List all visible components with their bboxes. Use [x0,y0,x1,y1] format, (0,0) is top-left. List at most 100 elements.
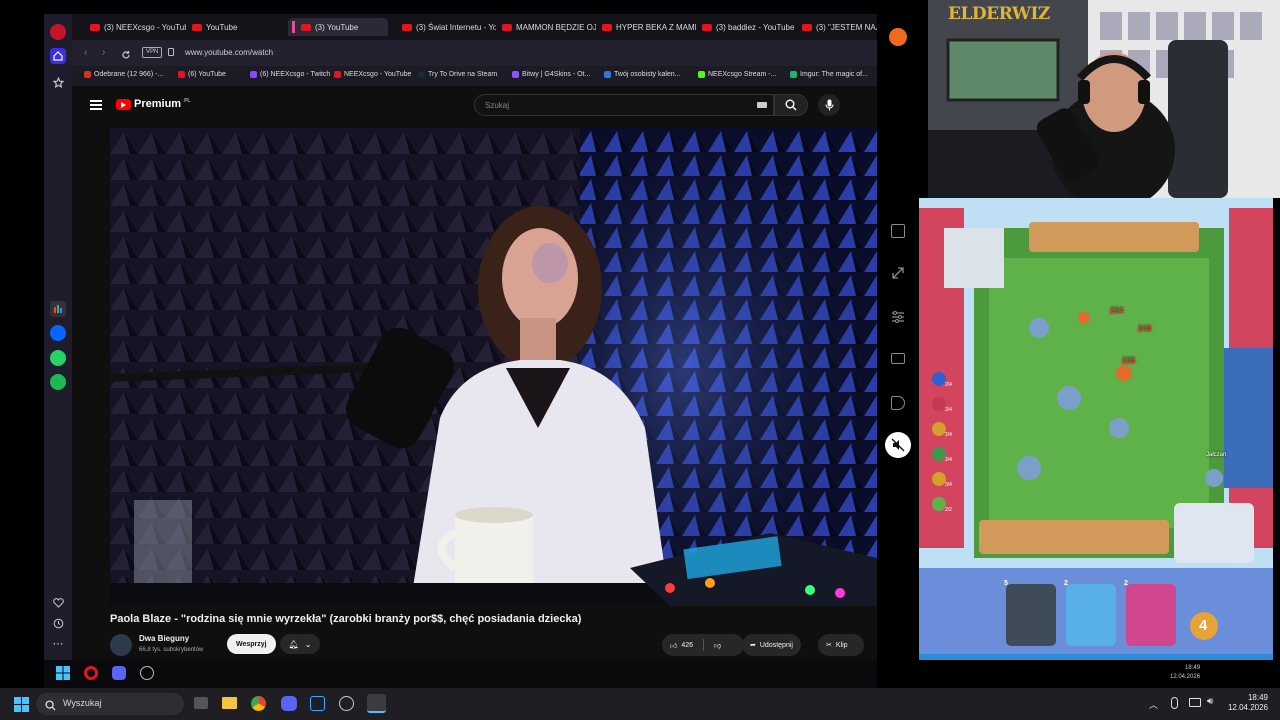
taskbar-search[interactable]: Wyszukaj [36,693,184,715]
tab[interactable]: MAMMON BĘDZIE OJCE [498,18,596,36]
exit-icon[interactable] [891,224,905,238]
tab-active[interactable]: (3) YouTube [288,18,388,36]
heart-icon[interactable] [50,595,66,611]
scissors-icon: ✂ [826,642,832,649]
windows-icon[interactable] [56,666,70,680]
bookmark-label: Imgur: The magic of... [800,71,868,78]
vpn-badge[interactable]: VPN [142,47,163,58]
obs-icon[interactable] [339,696,354,711]
messenger-icon[interactable] [50,325,66,341]
divider [703,639,705,651]
obs-icon[interactable] [140,666,154,680]
tab-label: HYPER BEKA Z MAMMO [616,22,696,32]
bookmark-item[interactable]: (6) NEEXcsgo - Twitch [250,71,330,78]
youtube-icon [602,23,612,31]
support-button[interactable]: Wesprzyj [227,634,276,654]
tab[interactable]: (3) NEEXcsgo - YouTube [86,18,186,36]
bookmark-label: Try To Drive na Steam [428,71,498,78]
search-button[interactable] [774,94,808,116]
streamer-logo: ELDERWIZ [948,4,1050,24]
tag-icon[interactable] [891,396,905,410]
bookmark-item[interactable]: NEEXcsgo - YouTube [334,71,411,78]
search-input[interactable]: Szukaj [474,94,774,116]
home-icon[interactable] [50,48,66,64]
unit-count: 2/4 [945,432,952,438]
forward-icon[interactable]: › [102,47,105,58]
bookmark-item[interactable]: Odebrane (12 966) -... [84,71,163,78]
bell-icon: 🔔︎ [288,639,299,649]
menu-icon[interactable] [90,100,102,110]
tab[interactable]: YouTube [188,18,282,36]
whatsapp-icon[interactable] [50,350,66,366]
card-cost: 2 [1124,580,1128,587]
url-field[interactable]: www.youtube.com/watch [185,48,273,57]
opera-logo-icon[interactable] [50,24,66,40]
channel-name[interactable]: Dwa Bieguny [139,634,189,643]
discord-icon[interactable] [281,696,297,711]
task-view-icon[interactable] [194,697,208,709]
tab-bar: (3) NEEXcsgo - YouTube YouTube (3) YouTu… [72,14,877,40]
mic-icon[interactable] [1171,697,1178,709]
tab[interactable]: HYPER BEKA Z MAMMO [598,18,696,36]
bookmark-label: NEEXcsgo - YouTube [344,71,412,78]
bookmark-icon[interactable] [50,74,66,90]
stream-clock-time: 18:49 [1185,665,1201,671]
tab[interactable]: (3) baddiez - YouTube [698,18,796,36]
youtube-icon [802,23,812,31]
history-icon[interactable] [50,615,66,631]
unit-count: 2/2 [945,507,952,513]
active-app-icon[interactable] [367,694,386,713]
chevron-up-icon[interactable]: ︿ [1149,698,1158,711]
share-label: Udostępnij [759,641,793,649]
tab[interactable]: (3) Świat Internetu - You [398,18,496,36]
notifications-button[interactable]: 🔔︎ ⌄ [280,634,320,654]
youtube-logo[interactable]: Premium PL [116,98,190,110]
bookmark-item[interactable]: (6) YouTube [178,71,226,78]
back-icon[interactable]: ‹ [84,47,87,58]
sliders-icon[interactable] [891,310,905,324]
network-icon[interactable] [1189,698,1201,707]
voice-search-button[interactable] [818,94,840,116]
expand-icon[interactable] [891,266,905,280]
taskbar-clock[interactable]: 18:49 12.04.2026 [1228,693,1268,713]
tab-label: (3) "JESTEM NAJLEP [816,22,877,32]
bookmark-item[interactable]: Try To Drive na Steam [418,71,497,78]
bookmark-favicon-icon [84,71,91,78]
extension-icon[interactable] [889,28,907,46]
bookmark-item[interactable]: Imgur: The magic of... [790,71,868,78]
keyboard-icon[interactable] [757,102,767,108]
volume-icon[interactable]: 🔊︎ [1207,696,1213,707]
more-icon[interactable]: ⋯ [50,635,66,651]
start-icon[interactable] [14,697,29,717]
youtube-icon [90,23,100,31]
opera-icon[interactable] [84,666,98,680]
dislike-icon[interactable]: 👎︎ [714,641,721,650]
games-icon[interactable] [50,301,66,317]
unit-count: 2/4 [945,382,952,388]
app-icon[interactable] [310,696,325,711]
tab-label: (3) NEEXcsgo - YouTube [104,22,186,32]
like-count[interactable]: 426 [681,642,693,649]
unit-count: 2/4 [945,407,952,413]
bookmark-label: (6) NEEXcsgo - Twitch [260,71,331,78]
mute-icon[interactable] [885,432,911,458]
share-button[interactable]: ➦ Udostępnij [742,634,801,656]
channel-avatar[interactable] [110,634,132,656]
unit-count: 3/4 [945,482,952,488]
clip-button[interactable]: ✂ Klip [818,634,864,656]
bookmark-item[interactable]: Bitwy | G4Skins - Ot... [512,71,590,78]
reload-icon[interactable] [121,47,131,65]
tab[interactable]: (3) "JESTEM NAJLEP [798,18,877,36]
file-explorer-icon[interactable] [222,697,237,709]
chrome-icon[interactable] [251,696,266,711]
bookmark-favicon-icon [604,71,611,78]
video-player[interactable] [110,128,877,606]
bookmark-item[interactable]: NEEXcsgo Stream -... [698,71,776,78]
discord-icon[interactable] [112,666,126,680]
keyboard-icon[interactable] [891,353,905,364]
bookmark-item[interactable]: Twój osobisty kalen... [604,71,681,78]
like-icon[interactable]: 👍︎ [670,641,677,650]
spotify-icon[interactable] [50,374,66,390]
opera-sidebar: ⋯ [44,14,72,662]
video-title: Paola Blaze - "rodzina się mnie wyrzekła… [110,613,582,625]
